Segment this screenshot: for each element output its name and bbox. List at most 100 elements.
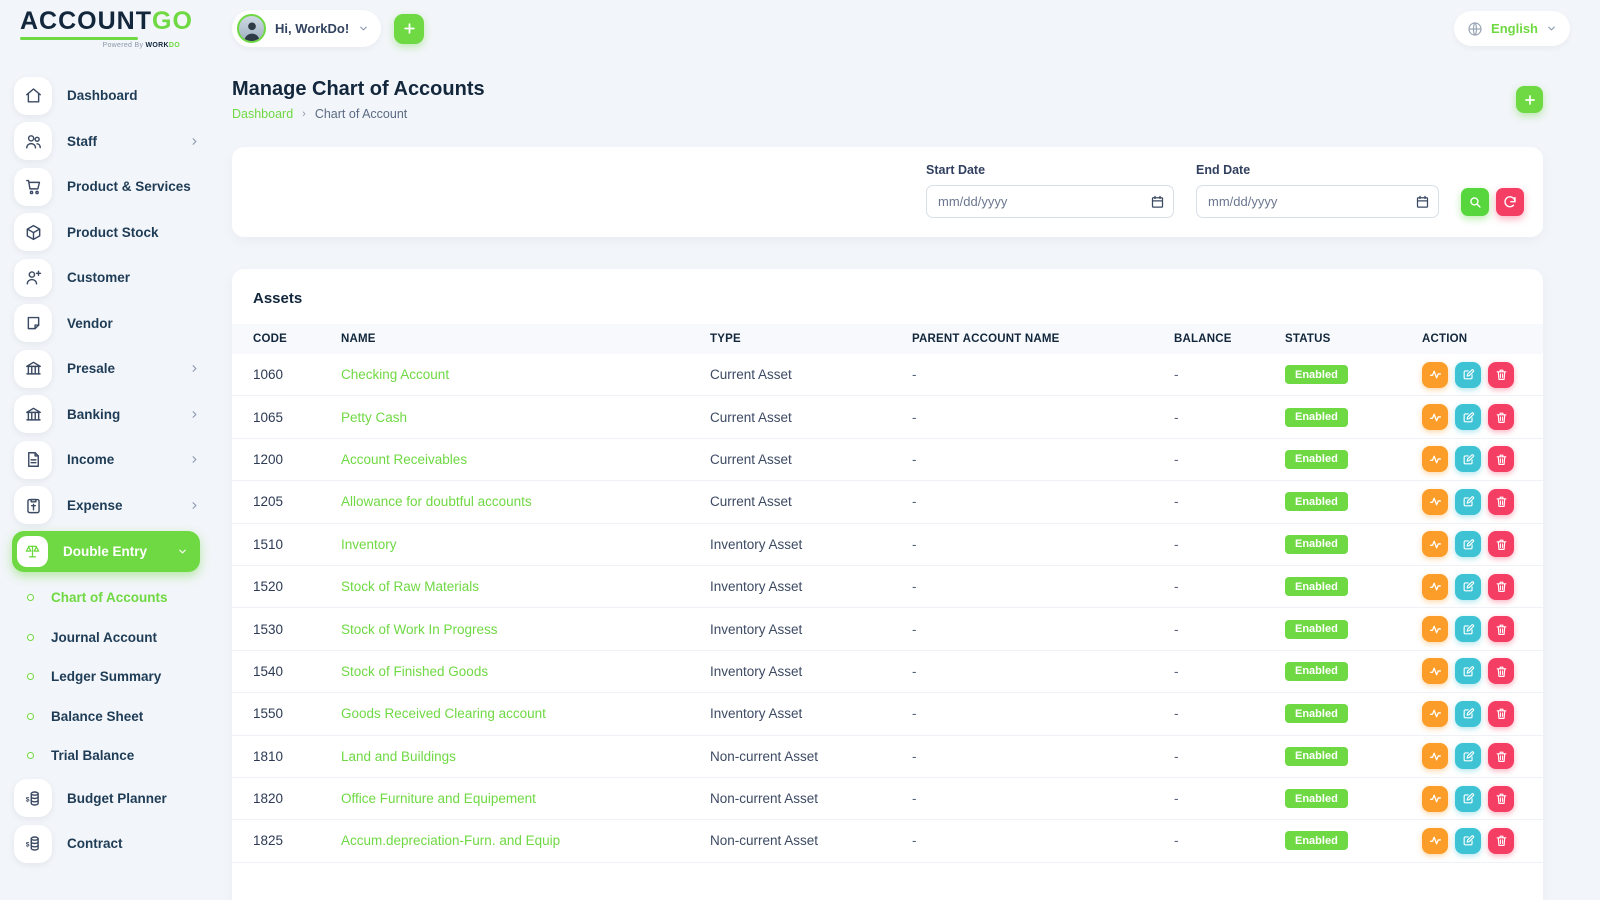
add-account-button[interactable] bbox=[1516, 86, 1543, 113]
chart-button[interactable] bbox=[1422, 446, 1448, 472]
brand-logo[interactable]: ACCOUNTGO Powered By WORKDO bbox=[20, 9, 232, 49]
account-name-link[interactable]: Accum.depreciation-Furn. and Equip bbox=[341, 833, 710, 848]
account-name-link[interactable]: Stock of Work In Progress bbox=[341, 622, 710, 637]
sidebar-item-staff[interactable]: Staff bbox=[14, 119, 200, 165]
sidebar-subitem-balance-sheet[interactable]: Balance Sheet bbox=[14, 697, 200, 737]
chart-button[interactable] bbox=[1422, 658, 1448, 684]
account-name-link[interactable]: Checking Account bbox=[341, 367, 710, 382]
sidebar-item-income[interactable]: Income bbox=[14, 437, 200, 483]
delete-button[interactable] bbox=[1488, 616, 1514, 642]
chart-button[interactable] bbox=[1422, 404, 1448, 430]
account-name-link[interactable]: Petty Cash bbox=[341, 410, 710, 425]
bullet-icon bbox=[27, 673, 34, 680]
status-cell: Enabled bbox=[1285, 450, 1422, 469]
account-name-link[interactable]: Goods Received Clearing account bbox=[341, 706, 710, 721]
edit-button[interactable] bbox=[1455, 828, 1481, 854]
sidebar-item-budget-planner[interactable]: $Budget Planner bbox=[14, 776, 200, 822]
chart-button[interactable] bbox=[1422, 362, 1448, 388]
sidebar-subitem-ledger-summary[interactable]: Ledger Summary bbox=[14, 657, 200, 697]
sidebar-item-vendor[interactable]: Vendor bbox=[14, 301, 200, 347]
delete-button[interactable] bbox=[1488, 404, 1514, 430]
sidebar-item-double-entry[interactable]: Double Entry bbox=[12, 531, 200, 572]
delete-button[interactable] bbox=[1488, 489, 1514, 515]
bank-icon bbox=[14, 350, 52, 388]
edit-button[interactable] bbox=[1455, 701, 1481, 727]
sidebar-subitem-trial-balance[interactable]: Trial Balance bbox=[14, 736, 200, 776]
sidebar-item-label: Income bbox=[67, 452, 114, 467]
edit-button[interactable] bbox=[1455, 531, 1481, 557]
account-name-link[interactable]: Inventory bbox=[341, 537, 710, 552]
delete-button[interactable] bbox=[1488, 786, 1514, 812]
sidebar-item-product-stock[interactable]: Product Stock bbox=[14, 210, 200, 256]
sidebar-item-banking[interactable]: Banking bbox=[14, 392, 200, 438]
chart-button[interactable] bbox=[1422, 531, 1448, 557]
chart-button[interactable] bbox=[1422, 786, 1448, 812]
delete-button[interactable] bbox=[1488, 658, 1514, 684]
edit-button[interactable] bbox=[1455, 658, 1481, 684]
breadcrumb-dashboard-link[interactable]: Dashboard bbox=[232, 107, 293, 121]
account-code: 1065 bbox=[253, 410, 341, 425]
delete-icon bbox=[1495, 495, 1508, 508]
account-name-link[interactable]: Account Receivables bbox=[341, 452, 710, 467]
chart-button[interactable] bbox=[1422, 828, 1448, 854]
delete-button[interactable] bbox=[1488, 531, 1514, 557]
account-type: Non-current Asset bbox=[710, 833, 912, 848]
user-menu[interactable]: Hi, WorkDo! bbox=[232, 10, 381, 47]
sidebar-subitem-chart-of-accounts[interactable]: Chart of Accounts bbox=[14, 578, 200, 618]
account-code: 1060 bbox=[253, 367, 341, 382]
search-button[interactable] bbox=[1461, 188, 1489, 216]
table-row: 1530Stock of Work In ProgressInventory A… bbox=[232, 608, 1543, 650]
chart-button[interactable] bbox=[1422, 574, 1448, 600]
edit-button[interactable] bbox=[1455, 362, 1481, 388]
account-balance: - bbox=[1174, 833, 1285, 848]
quick-add-button[interactable] bbox=[394, 14, 424, 44]
sidebar-item-presale[interactable]: Presale bbox=[14, 346, 200, 392]
account-name-link[interactable]: Stock of Finished Goods bbox=[341, 664, 710, 679]
column-header-balance: BALANCE bbox=[1174, 333, 1285, 345]
edit-button[interactable] bbox=[1455, 574, 1481, 600]
user-plus-icon bbox=[14, 259, 52, 297]
chart-button[interactable] bbox=[1422, 701, 1448, 727]
parent-account-name: - bbox=[912, 791, 1174, 806]
delete-button[interactable] bbox=[1488, 446, 1514, 472]
start-date-input[interactable] bbox=[926, 185, 1174, 218]
delete-button[interactable] bbox=[1488, 828, 1514, 854]
edit-button[interactable] bbox=[1455, 616, 1481, 642]
edit-button[interactable] bbox=[1455, 446, 1481, 472]
file-icon bbox=[14, 441, 52, 479]
delete-button[interactable] bbox=[1488, 574, 1514, 600]
account-name-link[interactable]: Office Furniture and Equipement bbox=[341, 791, 710, 806]
language-selector[interactable]: English bbox=[1454, 11, 1570, 46]
delete-icon bbox=[1495, 538, 1508, 551]
sidebar-item-customer[interactable]: Customer bbox=[14, 255, 200, 301]
sidebar-subitem-journal-account[interactable]: Journal Account bbox=[14, 618, 200, 658]
edit-button[interactable] bbox=[1455, 489, 1481, 515]
delete-button[interactable] bbox=[1488, 701, 1514, 727]
delete-button[interactable] bbox=[1488, 362, 1514, 388]
action-buttons bbox=[1422, 446, 1543, 472]
account-name-link[interactable]: Stock of Raw Materials bbox=[341, 579, 710, 594]
account-balance: - bbox=[1174, 664, 1285, 679]
sidebar-item-contract[interactable]: $Contract bbox=[14, 821, 200, 867]
sidebar-item-expense[interactable]: Expense bbox=[14, 483, 200, 529]
account-name-link[interactable]: Land and Buildings bbox=[341, 749, 710, 764]
reset-button[interactable] bbox=[1496, 188, 1524, 216]
parent-account-name: - bbox=[912, 622, 1174, 637]
globe-icon bbox=[1467, 21, 1483, 37]
sidebar-item-dashboard[interactable]: Dashboard bbox=[14, 73, 200, 119]
end-date-input[interactable] bbox=[1196, 185, 1439, 218]
edit-button[interactable] bbox=[1455, 786, 1481, 812]
edit-button[interactable] bbox=[1455, 404, 1481, 430]
breadcrumb-separator: › bbox=[302, 108, 306, 120]
chart-button[interactable] bbox=[1422, 616, 1448, 642]
table-row: 1825Accum.depreciation-Furn. and EquipNo… bbox=[232, 820, 1543, 862]
breadcrumb: Dashboard › Chart of Account bbox=[232, 107, 485, 121]
edit-button[interactable] bbox=[1455, 743, 1481, 769]
sidebar-item-product-services[interactable]: Product & Services bbox=[14, 164, 200, 210]
account-name-link[interactable]: Allowance for doubtful accounts bbox=[341, 494, 710, 509]
sidebar-item-label: Vendor bbox=[67, 316, 113, 331]
chart-button[interactable] bbox=[1422, 743, 1448, 769]
edit-icon bbox=[1462, 368, 1475, 381]
delete-button[interactable] bbox=[1488, 743, 1514, 769]
chart-button[interactable] bbox=[1422, 489, 1448, 515]
